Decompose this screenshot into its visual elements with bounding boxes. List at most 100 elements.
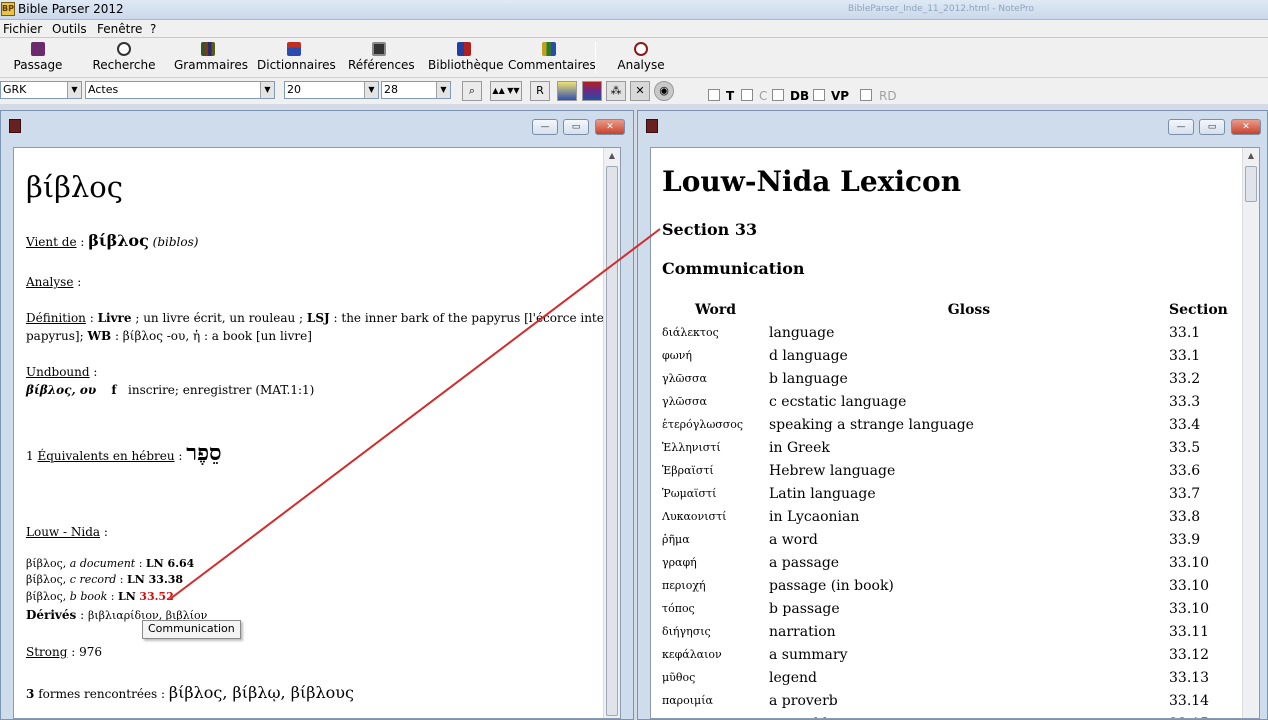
references-button[interactable]: Références <box>348 40 415 76</box>
maximize-button[interactable]: ▭ <box>563 119 589 135</box>
commentaires-label: Commentaires <box>508 58 596 72</box>
analyse-label: Analyse <box>26 275 74 289</box>
table-row[interactable]: φωνή d language 33.1 <box>662 344 1228 367</box>
table-row[interactable]: μῦθος legend 33.13 <box>662 666 1228 689</box>
undbound-text: inscrire; enregistrer (MAT.1:1) <box>128 383 315 397</box>
tree-icon: ⁂ <box>610 84 622 97</box>
table-row[interactable]: παροιμία a proverb 33.14 <box>662 689 1228 712</box>
dictionnaires-button[interactable]: Dictionnaires <box>257 40 336 76</box>
table-row[interactable]: γλῶσσα c ecstatic language 33.3 <box>662 390 1228 413</box>
table-row[interactable]: κεφάλαιον a summary 33.12 <box>662 643 1228 666</box>
vient-de-word[interactable]: βίβλος <box>88 231 149 250</box>
menu-help[interactable]: ? <box>150 22 156 36</box>
ln-entry[interactable]: βίβλος, c record : LN 33.38 <box>26 573 183 586</box>
scroll-up-icon[interactable]: ▲ <box>1243 148 1259 164</box>
ln-entry[interactable]: βίβλος, b book : LN 33.52 <box>26 590 174 603</box>
books-view-button[interactable] <box>582 81 602 101</box>
gloss-cell: c ecstatic language <box>769 393 907 410</box>
chevron-down-icon[interactable]: ▼ <box>436 82 450 98</box>
table-row[interactable]: τόπος b passage 33.10 <box>662 597 1228 620</box>
commentaires-button[interactable]: Commentaires <box>508 40 596 76</box>
minimize-button[interactable]: — <box>532 119 558 135</box>
ln-ref-link[interactable]: LN 6.64 <box>146 557 194 570</box>
greek-word-cell: διήγησις <box>662 625 711 638</box>
ln-ref-link-active[interactable]: 33.52 <box>139 590 173 603</box>
menu-fichier[interactable]: Fichier <box>3 22 42 36</box>
chevron-down-icon[interactable]: ▼ <box>67 82 81 98</box>
book-select[interactable]: Actes ▼ <box>85 81 275 99</box>
table-row[interactable]: παραβολήa parable33.15 <box>662 712 1228 719</box>
table-row[interactable]: ῥῆμα a word 33.9 <box>662 528 1228 551</box>
ln-ref-link[interactable]: LN 33.38 <box>127 573 183 586</box>
ln-entry[interactable]: βίβλος, a document : LN 6.64 <box>26 557 194 570</box>
checkbox-t[interactable] <box>708 89 720 101</box>
formes-count: 3 <box>26 687 35 701</box>
tools-button[interactable]: ✕ <box>630 81 650 101</box>
close-button[interactable]: ✕ <box>595 119 625 135</box>
recherche-button[interactable]: Recherche <box>92 40 156 76</box>
analyse-button[interactable]: Analyse <box>615 40 667 76</box>
hebrew-word[interactable]: סֵפֶר <box>186 440 221 466</box>
def-livre: Livre <box>97 311 132 325</box>
text-view-button[interactable] <box>557 81 577 101</box>
table-row[interactable]: Λυκαονιστί in Lycaonian 33.8 <box>662 505 1228 528</box>
chapter-select[interactable]: 20 ▼ <box>284 81 379 99</box>
maximize-button[interactable]: ▭ <box>1199 119 1225 135</box>
updown-spinner[interactable]: ▲▲ ▼▼ <box>490 81 522 101</box>
zoom-search-button[interactable]: ⌕ <box>462 81 482 101</box>
gloss-cell: a proverb <box>769 692 838 709</box>
analyse-row: Analyse : <box>26 275 82 289</box>
menu-outils[interactable]: Outils <box>52 22 87 36</box>
grammaires-button[interactable]: Grammaires <box>174 40 248 76</box>
book-icon <box>31 42 45 56</box>
section-cell: 33.9 <box>1169 531 1201 548</box>
r-button[interactable]: R <box>530 81 550 101</box>
table-row[interactable]: Ἑβραϊστί Hebrew language 33.6 <box>662 459 1228 482</box>
table-row[interactable]: Ἑλληνιστί in Greek 33.5 <box>662 436 1228 459</box>
greek-word-cell: ῥῆμα <box>662 533 690 546</box>
def-wb: WB <box>87 329 112 343</box>
checkbox-c[interactable] <box>741 89 753 101</box>
audio-button[interactable]: ◉ <box>654 81 674 101</box>
vertical-scrollbar[interactable]: ▲ <box>1242 148 1259 718</box>
passage-button[interactable]: Passage <box>10 40 66 76</box>
section-cell: 33.13 <box>1169 669 1210 686</box>
greek-word-cell: κεφάλαιον <box>662 648 722 661</box>
tree-view-button[interactable]: ⁂ <box>606 81 626 101</box>
table-row[interactable]: γραφή a passage 33.10 <box>662 551 1228 574</box>
verse-select[interactable]: 28 ▼ <box>381 81 451 99</box>
version-select[interactable]: GRK ▼ <box>0 81 82 99</box>
lexicon-entry-window: — ▭ ✕ βίβλος Vient de : βίβλος (biblos) … <box>0 110 634 720</box>
table-row[interactable]: γλῶσσα b language 33.2 <box>662 367 1228 390</box>
scrollbar-thumb[interactable] <box>606 166 618 716</box>
section-heading: Section 33 <box>662 220 758 239</box>
strong-value[interactable]: 976 <box>79 645 102 659</box>
scrollbar-thumb[interactable] <box>1245 166 1257 202</box>
table-row[interactable]: ἑτερόγλωσσος speaking a strange language 3… <box>662 413 1228 436</box>
magnifier-icon: ⌕ <box>468 84 476 97</box>
formes-words[interactable]: βίβλος, βίβλῳ, βίβλους <box>169 683 354 702</box>
checkbox-vp[interactable] <box>813 89 825 101</box>
speaker-icon: ◉ <box>659 84 669 97</box>
book-value: Actes <box>88 83 119 96</box>
minimize-button[interactable]: — <box>1168 119 1194 135</box>
bibliotheque-button[interactable]: Bibliothèque <box>428 40 504 76</box>
menu-fenetre[interactable]: Fenêtre <box>97 22 142 36</box>
greek-word-cell: τόπος <box>662 602 695 615</box>
chevron-down-icon[interactable]: ▼ <box>364 82 378 98</box>
section-cell: 33.4 <box>1169 416 1201 433</box>
greek-word-cell: γλῶσσα <box>662 395 707 408</box>
table-row[interactable]: περιοχή passage (in book) 33.10 <box>662 574 1228 597</box>
checkbox-db[interactable] <box>772 89 784 101</box>
section-cell: 33.15 <box>1169 712 1228 719</box>
table-row[interactable]: Ῥωμαϊστί Latin language 33.7 <box>662 482 1228 505</box>
louw-nida-window: — ▭ ✕ Louw-Nida Lexicon Section 33 Commu… <box>637 110 1268 720</box>
table-row[interactable]: διάλεκτος language 33.1 <box>662 321 1228 344</box>
scroll-up-icon[interactable]: ▲ <box>604 148 620 164</box>
toolbar-separator <box>595 42 596 74</box>
table-row[interactable]: διήγησις narration 33.11 <box>662 620 1228 643</box>
chevron-down-icon[interactable]: ▼ <box>260 82 274 98</box>
close-button[interactable]: ✕ <box>1231 119 1261 135</box>
vertical-scrollbar[interactable]: ▲ <box>603 148 620 718</box>
checkbox-rd[interactable] <box>860 89 872 101</box>
